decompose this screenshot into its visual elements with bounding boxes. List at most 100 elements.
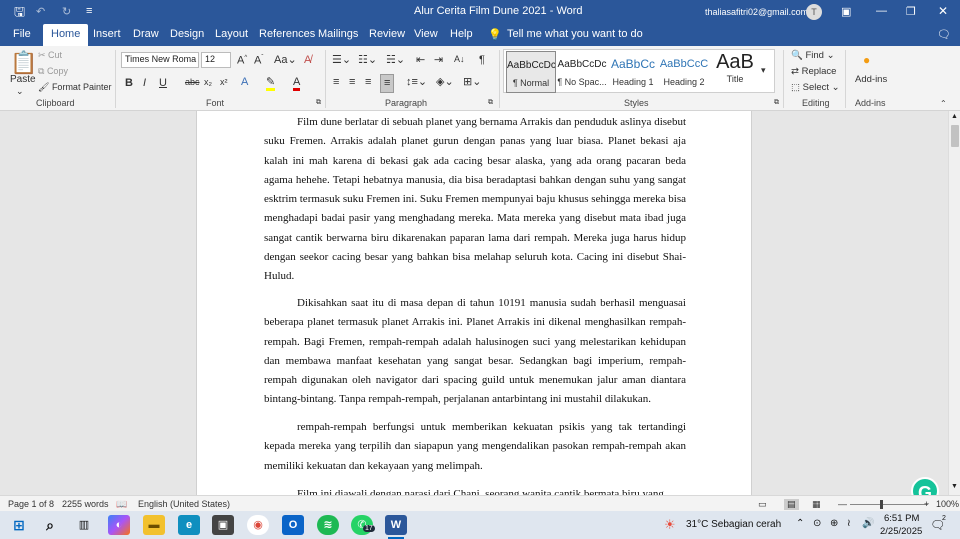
font-dialog-launcher-icon[interactable]: ⧉ [316,99,321,107]
tab-file[interactable]: File [13,28,31,40]
tab-design[interactable]: Design [170,28,204,40]
spotify-icon[interactable]: ≋ [317,515,339,535]
customize-qat-icon[interactable]: ≡ [86,5,92,17]
page-count[interactable]: Page 1 of 8 [8,499,54,509]
italic-icon[interactable]: I [143,78,146,89]
edge-icon[interactable]: e [178,515,200,535]
cut-button[interactable]: ✂ Cut [38,50,62,61]
body-paragraph[interactable]: Film ini diawali dengan narasi dari Chan… [264,485,686,495]
close-icon[interactable]: ✕ [938,4,948,18]
sort-icon[interactable]: A↓ [454,55,465,64]
zoom-slider-thumb[interactable] [880,500,883,509]
meet-now-icon[interactable]: ⊙ [813,518,821,529]
collapse-ribbon-icon[interactable]: ⌃ [940,99,947,108]
vertical-scrollbar[interactable]: ▲ ▼ [948,111,960,495]
shrink-font-icon[interactable]: Aˇ [254,55,263,67]
scroll-down-icon[interactable]: ▼ [951,483,958,490]
task-view-icon[interactable]: ▥ [73,515,95,535]
word-taskbar-icon[interactable]: W [385,515,407,535]
print-layout-icon[interactable]: ▤ [784,499,799,510]
highlight-icon[interactable]: ✎ [266,77,276,91]
volume-icon[interactable]: 🔊 [862,518,874,529]
search-icon[interactable]: ⌕ [39,515,61,535]
zoom-slider[interactable] [850,504,928,505]
tab-references[interactable]: References [259,28,315,40]
tab-review[interactable]: Review [369,28,405,40]
style-title[interactable]: AaB Title [710,51,760,93]
tab-home[interactable]: Home [43,24,89,46]
copy-button[interactable]: ⧉ Copy [38,66,68,77]
style-normal[interactable]: AaBbCcDc ¶ Normal [506,51,556,93]
superscript-icon[interactable]: x² [220,78,228,87]
weather-icon[interactable]: ☀ [664,517,676,533]
numbering-icon[interactable]: ☷⌄ [358,55,377,66]
wifi-icon[interactable]: ≀ [847,518,851,529]
subscript-icon[interactable]: x₂ [204,78,212,87]
align-left-icon[interactable]: ≡ [333,77,339,88]
style-heading-1[interactable]: AaBbCc Heading 1 [608,51,658,93]
bullets-icon[interactable]: ☰⌄ [332,55,351,66]
word-count[interactable]: 2255 words [62,499,109,509]
comments-icon[interactable]: 🗨 [937,28,951,41]
maximize-icon[interactable]: ❐ [906,5,916,18]
tray-chevron-icon[interactable]: ⌃ [796,518,804,529]
decrease-indent-icon[interactable]: ⇤ [416,55,425,66]
clock-time[interactable]: 6:51 PM [884,513,919,524]
grow-font-icon[interactable]: A^ [237,55,247,67]
line-spacing-icon[interactable]: ↕≡⌄ [406,77,427,88]
text-effects-icon[interactable]: A [241,77,248,88]
replace-button[interactable]: ⇄ Replace [791,66,836,77]
location-icon[interactable]: ⊕ [830,518,838,529]
store-icon[interactable]: ▣ [212,515,234,535]
account-email[interactable]: thaliasafitri02@gmail.com [705,7,808,17]
zoom-level[interactable]: 100% [936,499,959,509]
justify-icon[interactable]: ≡ [380,74,395,93]
scroll-thumb[interactable] [951,125,959,147]
strikethrough-icon[interactable]: abc [185,78,200,87]
save-icon[interactable]: 🖫 [14,3,25,25]
clear-formatting-icon[interactable]: A̸ [304,55,311,66]
grammarly-icon[interactable]: G [911,477,939,495]
font-family-select[interactable]: Times New Roma [121,52,199,68]
avatar[interactable]: T [806,4,822,20]
tab-view[interactable]: View [414,28,438,40]
chrome-icon[interactable]: ◉ [247,515,269,535]
minimize-icon[interactable]: — [876,5,887,17]
undo-icon[interactable]: ↶ [36,5,45,18]
styles-more-icon[interactable]: ▾ [761,66,766,75]
tab-insert[interactable]: Insert [93,28,121,40]
web-layout-icon[interactable]: ▦ [812,499,821,510]
add-ins-icon[interactable]: ● [863,54,870,66]
style-no-spacing[interactable]: AaBbCcDc ¶ No Spac... [557,51,607,93]
redo-icon[interactable]: ↻ [62,5,71,18]
proofing-icon[interactable]: 📖 [116,499,127,510]
body-paragraph[interactable]: Dikisahkan saat itu di masa depan di tah… [264,294,686,410]
style-heading-2[interactable]: AaBbCcC Heading 2 [659,51,709,93]
paragraph-dialog-launcher-icon[interactable]: ⧉ [488,99,493,107]
find-button[interactable]: 🔍 Find ⌄ [791,50,835,61]
zoom-out-icon[interactable]: — [838,499,847,509]
outlook-icon[interactable]: O [282,515,304,535]
styles-dialog-launcher-icon[interactable]: ⧉ [774,99,779,107]
scroll-up-icon[interactable]: ▲ [951,113,958,120]
show-marks-icon[interactable]: ¶ [479,55,485,66]
body-paragraph[interactable]: rempah-rempah berfungsi untuk memberikan… [264,418,686,476]
tab-help[interactable]: Help [450,28,473,40]
ribbon-display-options-icon[interactable]: ▣ [841,5,851,18]
tab-draw[interactable]: Draw [133,28,159,40]
paste-icon[interactable]: 📋 [10,52,37,74]
file-explorer-icon[interactable]: ▬ [143,515,165,535]
format-painter-button[interactable]: 🖌 Format Painter [38,82,111,93]
underline-icon[interactable]: U [159,78,167,89]
add-ins-button[interactable]: Add-ins [855,74,887,85]
weather-text[interactable]: 31°C Sebagian cerah [686,519,781,530]
paste-dropdown-icon[interactable]: ⌄ [16,86,24,97]
tab-layout[interactable]: Layout [215,28,248,40]
multilevel-list-icon[interactable]: ☵⌄ [386,55,405,66]
font-size-select[interactable]: 12 [201,52,231,68]
clock-date[interactable]: 2/25/2025 [880,526,922,537]
read-mode-icon[interactable]: ▭ [758,499,767,510]
paste-button[interactable]: Paste [10,74,36,85]
tell-me-search[interactable]: Tell me what you want to do [507,28,643,40]
windows-start-icon[interactable]: ⊞ [8,515,30,535]
